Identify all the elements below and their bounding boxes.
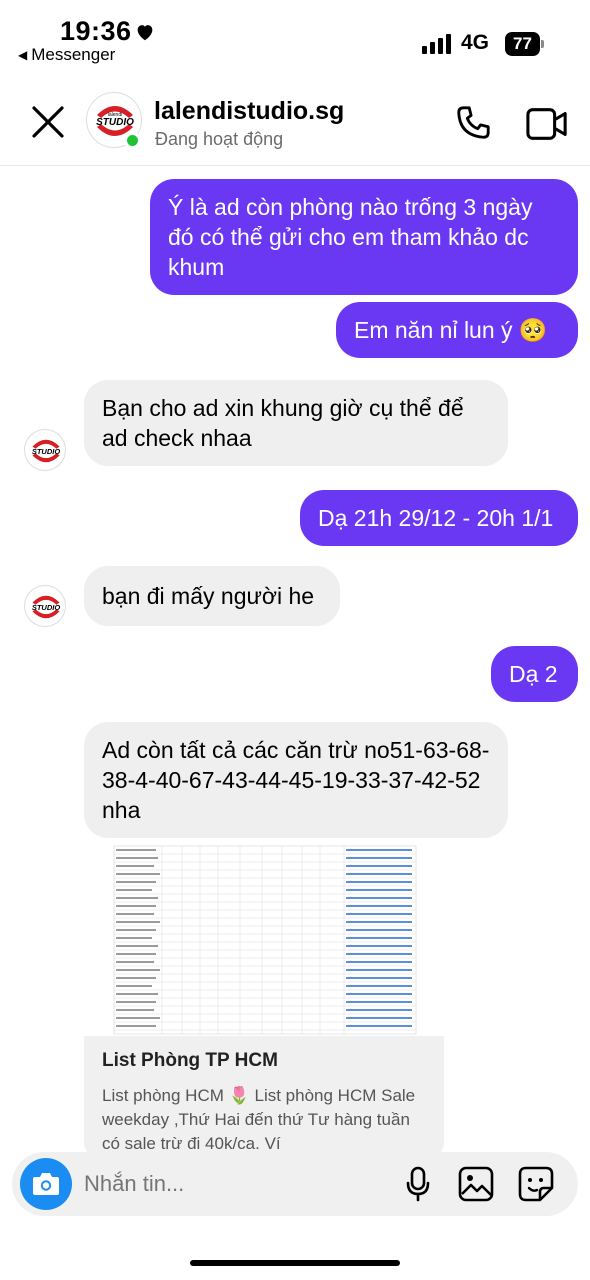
back-app-label: Messenger (31, 45, 116, 64)
sticker-icon[interactable] (518, 1166, 554, 1202)
studio-logo-icon: STUDIO (32, 439, 61, 463)
message-outgoing[interactable]: Dạ 21h 29/12 - 20h 1/1 (300, 490, 578, 546)
sender-avatar[interactable]: STUDIO (24, 429, 66, 471)
online-status-dot (124, 132, 141, 149)
avatar-text-main: STUDIO (32, 447, 61, 456)
microphone-icon[interactable] (405, 1166, 431, 1202)
chat-header: lalendi STUDIO lalendistudio.sg Đang hoạ… (0, 80, 590, 166)
message-incoming[interactable]: Ad còn tất cả các căn trừ no51-63-68-38-… (84, 722, 508, 838)
contact-name[interactable]: lalendistudio.sg (154, 97, 344, 126)
home-indicator (190, 1260, 400, 1266)
link-card-title: List Phòng TP HCM (102, 1050, 278, 1071)
message-input[interactable] (84, 1169, 384, 1199)
heart-icon (137, 25, 153, 41)
network-type: 4G (461, 31, 490, 54)
phone-icon[interactable] (454, 104, 492, 142)
signal-icon (422, 34, 451, 54)
studio-logo-icon: STUDIO (32, 595, 61, 619)
back-triangle-icon: ◀ (18, 48, 28, 62)
video-call-icon[interactable] (526, 106, 568, 142)
status-bar: 19:36 ◀ Messenger 4G 77 (0, 0, 590, 80)
camera-button[interactable] (20, 1158, 72, 1210)
avatar-text-main: STUDIO (32, 603, 61, 612)
back-to-app-link[interactable]: ◀ Messenger (18, 45, 115, 65)
battery-tip (541, 40, 544, 48)
close-icon[interactable] (28, 102, 68, 142)
message-outgoing[interactable]: Em năn nỉ lun ý 🥺 (336, 302, 578, 358)
sender-avatar[interactable]: STUDIO (24, 585, 66, 627)
link-preview-card[interactable]: List Phòng TP HCM List phòng HCM 🌷 List … (84, 840, 444, 1160)
avatar-text-main: STUDIO (96, 117, 134, 128)
message-outgoing[interactable]: Ý là ad còn phòng nào trống 3 ngày đó có… (150, 179, 578, 295)
link-card-description: List phòng HCM 🌷 List phòng HCM Sale wee… (102, 1086, 416, 1153)
battery-icon: 77 (505, 32, 540, 56)
message-incoming[interactable]: bạn đi mấy người he (84, 566, 340, 626)
status-time: 19:36 (60, 16, 132, 46)
message-incoming[interactable]: Bạn cho ad xin khung giờ cụ thể để ad ch… (84, 380, 508, 466)
spreadsheet-preview-image (84, 840, 444, 1036)
message-composer (12, 1152, 578, 1216)
contact-status: Đang hoạt động (155, 129, 284, 149)
camera-icon (33, 1173, 59, 1195)
gallery-icon[interactable] (458, 1166, 494, 1202)
message-outgoing[interactable]: Dạ 2 (491, 646, 578, 702)
